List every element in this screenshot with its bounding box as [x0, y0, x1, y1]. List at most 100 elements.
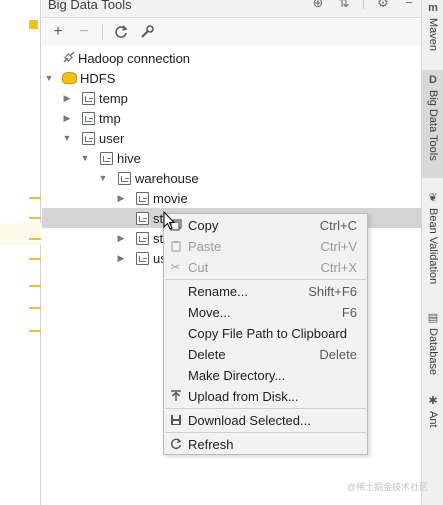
chevron-down-icon[interactable]: ▼: [80, 153, 90, 163]
add-connection-button[interactable]: +: [50, 24, 66, 40]
folder-icon: [136, 211, 149, 225]
gutter-mark: [29, 217, 41, 219]
tree-label: hive: [117, 150, 141, 166]
tree-label: warehouse: [135, 170, 199, 186]
menu-item-label: Download Selected...: [188, 412, 311, 428]
menu-item-shortcut: Ctrl+X: [320, 259, 357, 275]
folder-icon: [82, 111, 95, 125]
tree-label: st: [153, 230, 164, 246]
menu-item-cut[interactable]: ✂ Cut Ctrl+X: [164, 257, 367, 277]
tree-item-hdfs[interactable]: ▼ HDFS: [42, 68, 422, 88]
database-tab[interactable]: ▤ Database: [422, 312, 443, 382]
menu-item-refresh[interactable]: Refresh: [164, 434, 367, 454]
minimize-icon[interactable]: −: [402, 0, 416, 10]
folder-icon: [136, 251, 149, 265]
menu-item-move[interactable]: Move... F6: [164, 302, 367, 322]
tool-window-header: Big Data Tools ⊕ ⇅ ⚙ −: [42, 0, 422, 18]
tree-label: st: [153, 210, 164, 226]
refresh-icon[interactable]: [113, 24, 129, 40]
ant-tab-label: Ant: [427, 411, 439, 428]
watermark: @稀土掘金技术社区: [347, 482, 429, 492]
big-data-tools-icon: D: [429, 74, 437, 86]
chevron-down-icon[interactable]: ▼: [98, 173, 108, 183]
menu-item-download[interactable]: Download Selected...: [164, 410, 367, 430]
menu-separator: [165, 408, 366, 409]
context-menu: Copy Ctrl+C Paste Ctrl+V ✂ Cut Ctrl+X Re…: [163, 213, 368, 455]
database-tab-label: Database: [427, 328, 439, 376]
menu-item-copy[interactable]: Copy Ctrl+C: [164, 215, 367, 235]
big-data-tools-tab-label: Big Data Tools: [427, 90, 439, 161]
menu-item-label: Rename...: [188, 283, 248, 299]
tree-label: tmp: [99, 110, 121, 126]
chevron-down-icon[interactable]: ▼: [62, 133, 72, 143]
bean-validation-tab[interactable]: ❦ Bean Validation: [422, 192, 443, 298]
tree-item-hive[interactable]: ▼ hive: [42, 148, 422, 168]
tree-label: Hadoop connection: [78, 50, 191, 66]
tree-label: HDFS: [80, 70, 116, 86]
menu-item-upload[interactable]: Upload from Disk...: [164, 386, 367, 406]
menu-item-label: Copy File Path to Clipboard: [188, 325, 347, 341]
gutter-mark: [29, 285, 41, 287]
big-data-tools-tab[interactable]: D Big Data Tools: [422, 70, 443, 178]
chevron-right-icon[interactable]: ▶: [62, 113, 72, 123]
tree-item-warehouse[interactable]: ▼ warehouse: [42, 168, 422, 188]
menu-item-copy-path[interactable]: Copy File Path to Clipboard: [164, 323, 367, 343]
folder-icon: [82, 91, 95, 105]
toolbar-separator: [102, 24, 103, 40]
menu-item-delete[interactable]: Delete Delete: [164, 344, 367, 364]
tree-label: temp: [99, 90, 128, 106]
menu-item-shortcut: Delete: [319, 346, 357, 362]
menu-item-make-directory[interactable]: Make Directory...: [164, 365, 367, 385]
tree-item-connection[interactable]: Hadoop connection: [42, 48, 422, 68]
tree-label: user: [99, 130, 125, 146]
folder-icon: [136, 231, 149, 245]
mouse-cursor-icon: [163, 210, 177, 231]
tree-item-temp[interactable]: ▶ temp: [42, 88, 422, 108]
chevron-down-icon[interactable]: ▼: [44, 73, 54, 83]
menu-item-label: Move...: [188, 304, 231, 320]
chevron-right-icon[interactable]: ▶: [62, 93, 72, 103]
tree-item-movie[interactable]: ▶ movie: [42, 188, 422, 208]
menu-item-label: Delete: [188, 346, 226, 362]
header-separator: [363, 0, 364, 9]
paste-icon: [169, 240, 182, 253]
bean-validation-tab-label: Bean Validation: [427, 208, 439, 285]
editor-gutter: [0, 0, 41, 505]
gutter-mark: [29, 197, 41, 199]
menu-item-shortcut: Ctrl+V: [320, 238, 357, 254]
menu-item-label: Cut: [188, 259, 209, 275]
menu-item-rename[interactable]: Rename... Shift+F6: [164, 281, 367, 301]
chevron-right-icon[interactable]: ▶: [116, 253, 126, 263]
chevron-right-icon[interactable]: ▶: [116, 233, 126, 243]
editor-marker-icon: [29, 20, 38, 29]
menu-item-label: Paste: [188, 238, 222, 254]
menu-separator: [165, 279, 366, 280]
remove-connection-button[interactable]: −: [76, 24, 92, 40]
tool-window-toolbar: + −: [42, 19, 422, 45]
gutter-mark: [29, 258, 41, 260]
menu-item-shortcut: F6: [341, 304, 357, 320]
maven-tab[interactable]: m Maven: [422, 2, 443, 60]
wrench-icon[interactable]: [139, 24, 155, 40]
globe-icon[interactable]: ⊕: [311, 0, 325, 10]
tree-label: movie: [153, 190, 188, 206]
menu-item-paste[interactable]: Paste Ctrl+V: [164, 236, 367, 256]
collapse-icon[interactable]: ⇅: [337, 0, 351, 10]
tree-item-tmp[interactable]: ▶ tmp: [42, 108, 422, 128]
hdfs-icon: [62, 72, 77, 84]
maven-icon: m: [428, 2, 438, 14]
save-icon: [169, 414, 182, 427]
menu-item-shortcut: Shift+F6: [308, 283, 357, 299]
scissors-icon: ✂: [170, 260, 181, 274]
menu-item-label: Upload from Disk...: [188, 388, 299, 404]
tool-window-title: Big Data Tools: [48, 0, 132, 12]
current-line-highlight: [0, 223, 41, 245]
ant-tab[interactable]: ✱ Ant: [422, 395, 443, 437]
gutter-mark: [29, 238, 41, 240]
tree-item-user[interactable]: ▼ user: [42, 128, 422, 148]
right-tool-stripe: m Maven D Big Data Tools ❦ Bean Validati…: [421, 0, 443, 505]
connection-icon: [62, 51, 76, 64]
gear-icon[interactable]: ⚙: [376, 0, 390, 10]
chevron-right-icon[interactable]: ▶: [116, 193, 126, 203]
folder-icon: [136, 191, 149, 205]
